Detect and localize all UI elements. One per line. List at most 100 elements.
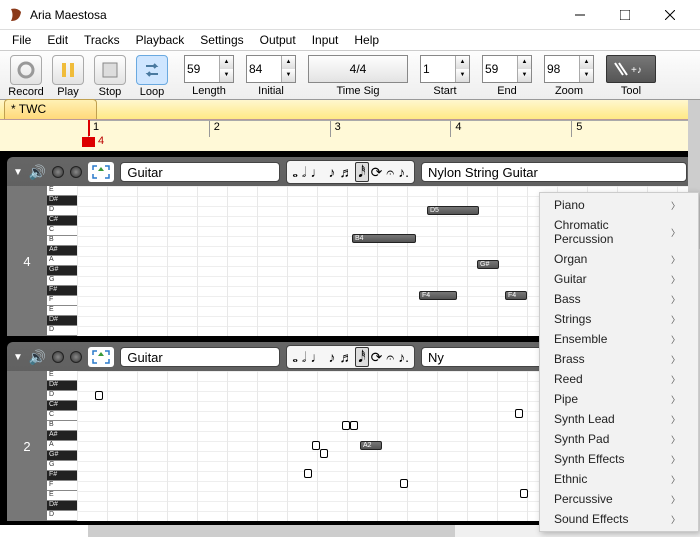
stop-button[interactable]: Stop bbox=[90, 55, 130, 98]
measure-mark: 3 bbox=[330, 121, 451, 137]
piano-keys[interactable]: ED#DC#CBA#AG#GF#FED#D bbox=[47, 371, 77, 521]
menu-item[interactable]: Brass〉 bbox=[540, 349, 698, 369]
maximize-track-icon[interactable] bbox=[88, 347, 114, 367]
menu-item[interactable]: Synth Effects〉 bbox=[540, 449, 698, 469]
submenu-arrow-icon: 〉 bbox=[671, 453, 680, 466]
menu-item[interactable]: Piano〉 bbox=[540, 195, 698, 215]
menu-edit[interactable]: Edit bbox=[39, 31, 76, 49]
length-input[interactable]: ▲▼ bbox=[184, 55, 234, 83]
midi-note[interactable]: F4 bbox=[419, 291, 457, 300]
instrument-name[interactable]: Nylon String Guitar bbox=[421, 162, 687, 182]
menu-bar: File Edit Tracks Playback Settings Outpu… bbox=[0, 30, 700, 50]
maximize-track-icon[interactable] bbox=[88, 162, 114, 182]
speaker-icon[interactable]: 🔊 bbox=[29, 164, 46, 181]
timesig-button[interactable]: 4/4 bbox=[308, 55, 408, 83]
midi-note[interactable] bbox=[400, 479, 408, 488]
menu-item[interactable]: Synth Pad〉 bbox=[540, 429, 698, 449]
document-tab[interactable]: * TWC bbox=[4, 99, 97, 119]
midi-note[interactable] bbox=[95, 391, 103, 400]
playhead[interactable] bbox=[88, 120, 90, 136]
menu-item[interactable]: Pipe〉 bbox=[540, 389, 698, 409]
track-name-input[interactable]: Guitar bbox=[120, 347, 280, 367]
collapse-icon[interactable]: ▼ bbox=[13, 352, 23, 363]
loop-button[interactable]: Loop bbox=[132, 55, 172, 98]
menu-playback[interactable]: Playback bbox=[128, 31, 193, 49]
menu-item[interactable]: Percussive〉 bbox=[540, 489, 698, 509]
midi-note[interactable]: D5 bbox=[427, 206, 479, 215]
end-input[interactable]: ▲▼ bbox=[482, 55, 532, 83]
mute-dot[interactable] bbox=[52, 351, 64, 363]
submenu-arrow-icon: 〉 bbox=[671, 253, 680, 266]
submenu-arrow-icon: 〉 bbox=[671, 293, 680, 306]
midi-note[interactable]: A2 bbox=[360, 441, 382, 450]
menu-item[interactable]: Reed〉 bbox=[540, 369, 698, 389]
minimize-button[interactable] bbox=[557, 0, 602, 29]
play-button[interactable]: Play bbox=[48, 55, 88, 98]
timeline-ruler[interactable]: 1 2 3 4 5 4 bbox=[0, 120, 700, 152]
length-group: ▲▼ Length bbox=[184, 55, 234, 97]
tab-strip: * TWC bbox=[0, 100, 700, 120]
app-icon bbox=[8, 7, 24, 23]
menu-help[interactable]: Help bbox=[346, 31, 387, 49]
midi-note[interactable] bbox=[304, 469, 312, 478]
menu-output[interactable]: Output bbox=[252, 31, 304, 49]
menu-tracks[interactable]: Tracks bbox=[76, 31, 128, 49]
tool-button[interactable]: +♪ bbox=[606, 55, 656, 83]
menu-item[interactable]: Sound Effects〉 bbox=[540, 509, 698, 529]
loop-marker[interactable] bbox=[82, 137, 95, 147]
solo-dot[interactable] bbox=[70, 166, 82, 178]
window-title: Aria Maestosa bbox=[30, 8, 557, 22]
submenu-arrow-icon: 〉 bbox=[671, 353, 680, 366]
menu-item[interactable]: Chromatic Percussion〉 bbox=[540, 215, 698, 249]
midi-note[interactable] bbox=[320, 449, 328, 458]
track-number: 4 bbox=[7, 186, 47, 336]
piano-keys[interactable]: ED#DC#CBA#AG#GF#FED#D bbox=[47, 186, 77, 336]
midi-note[interactable]: B4 bbox=[352, 234, 416, 243]
submenu-arrow-icon: 〉 bbox=[671, 473, 680, 486]
zoom-input[interactable]: ▲▼ bbox=[544, 55, 594, 83]
menu-item[interactable]: Organ〉 bbox=[540, 249, 698, 269]
midi-note[interactable] bbox=[342, 421, 350, 430]
initial-input[interactable]: ▲▼ bbox=[246, 55, 296, 83]
menu-settings[interactable]: Settings bbox=[192, 31, 251, 49]
svg-text:+♪: +♪ bbox=[631, 65, 642, 76]
measure-mark: 2 bbox=[209, 121, 330, 137]
record-button[interactable]: Record bbox=[6, 55, 46, 98]
midi-note[interactable] bbox=[515, 409, 523, 418]
title-bar: Aria Maestosa bbox=[0, 0, 700, 30]
submenu-arrow-icon: 〉 bbox=[671, 413, 680, 426]
menu-item[interactable]: Guitar〉 bbox=[540, 269, 698, 289]
speaker-icon[interactable]: 🔊 bbox=[29, 349, 46, 366]
menu-item[interactable]: Ethnic〉 bbox=[540, 469, 698, 489]
submenu-arrow-icon: 〉 bbox=[671, 373, 680, 386]
menu-file[interactable]: File bbox=[4, 31, 39, 49]
submenu-arrow-icon: 〉 bbox=[671, 226, 680, 239]
midi-note[interactable] bbox=[350, 421, 358, 430]
toolbar: Record Play Stop Loop ▲▼ Length ▲▼ Initi… bbox=[0, 50, 700, 100]
menu-input[interactable]: Input bbox=[304, 31, 347, 49]
submenu-arrow-icon: 〉 bbox=[671, 393, 680, 406]
midi-note[interactable] bbox=[520, 489, 528, 498]
midi-note[interactable]: F4 bbox=[505, 291, 527, 300]
note-value-picker[interactable]: 𝅝𝅗𝅥♩♪♬𝅘𝅥𝅰⟳𝄐♪. bbox=[286, 160, 415, 184]
menu-item[interactable]: Ensemble〉 bbox=[540, 329, 698, 349]
close-button[interactable] bbox=[647, 0, 692, 29]
menu-item[interactable]: Synth Lead〉 bbox=[540, 409, 698, 429]
measure-mark: 5 bbox=[571, 121, 692, 137]
solo-dot[interactable] bbox=[70, 351, 82, 363]
measure-mark: 1 bbox=[88, 121, 209, 137]
start-input[interactable]: ▲▼ bbox=[420, 55, 470, 83]
tool-group: +♪ Tool bbox=[606, 55, 656, 97]
menu-item[interactable]: Strings〉 bbox=[540, 309, 698, 329]
collapse-icon[interactable]: ▼ bbox=[13, 167, 23, 178]
track-name-input[interactable]: Guitar bbox=[120, 162, 280, 182]
end-group: ▲▼ End bbox=[482, 55, 532, 97]
mute-dot[interactable] bbox=[52, 166, 64, 178]
midi-note[interactable]: G# bbox=[477, 260, 499, 269]
note-value-picker[interactable]: 𝅝𝅗𝅥♩♪♬𝅘𝅥𝅰⟳𝄐♪. bbox=[286, 345, 415, 369]
midi-note[interactable] bbox=[312, 441, 320, 450]
submenu-arrow-icon: 〉 bbox=[671, 313, 680, 326]
maximize-button[interactable] bbox=[602, 0, 647, 29]
submenu-arrow-icon: 〉 bbox=[671, 273, 680, 286]
menu-item[interactable]: Bass〉 bbox=[540, 289, 698, 309]
